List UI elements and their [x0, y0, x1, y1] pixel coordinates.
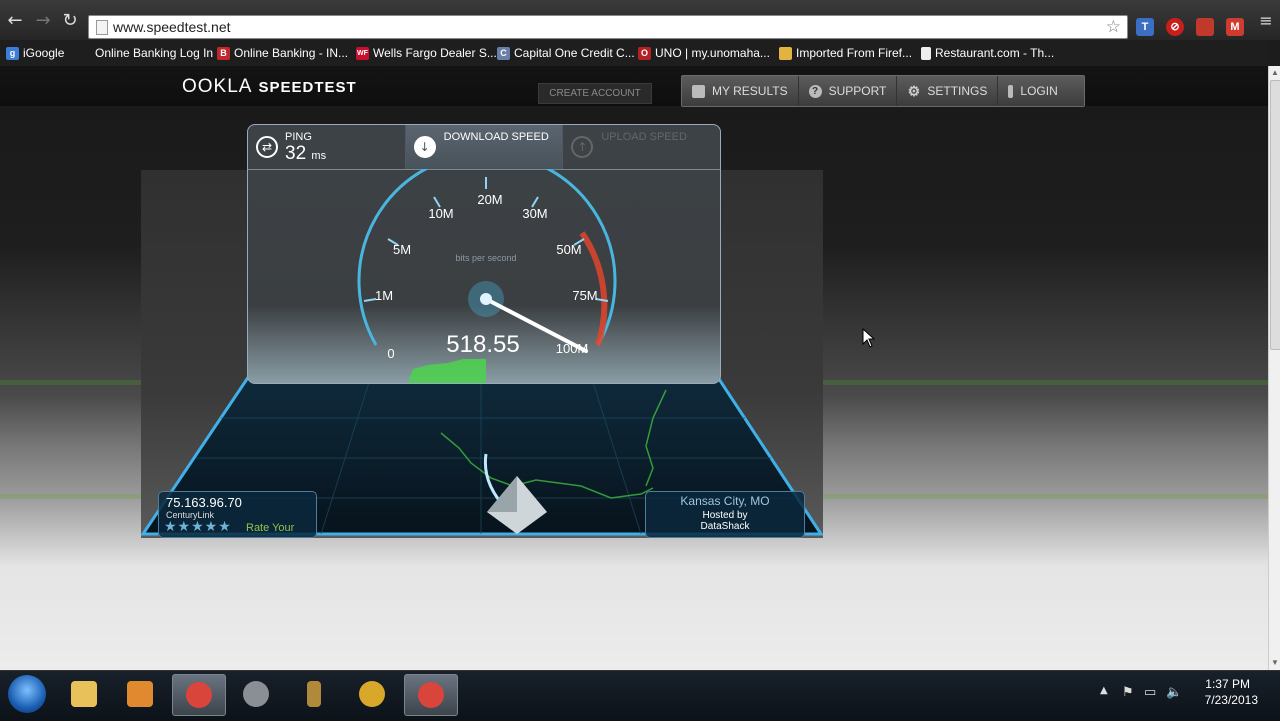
gauge-label-10m: 10M: [428, 206, 453, 221]
system-tray: ▲ ⚑ ▭ 🔈 1:37 PM 7/23/2013: [1100, 671, 1280, 721]
question-icon: ?: [808, 84, 822, 98]
page-scrollbar[interactable]: ▲ ▼: [1268, 66, 1280, 670]
extension-icon[interactable]: [1196, 18, 1214, 36]
ip-address: 75.163.96.70: [166, 495, 242, 510]
login-link[interactable]: LOGIN: [998, 76, 1067, 106]
network-icon[interactable]: ▭: [1144, 685, 1156, 700]
web-page: OOKLA SPEEDTEST CREATE ACCOUNT MY RESULTS…: [0, 66, 1268, 670]
test-tabs: ⇄ PING 32 ms ↓ DOWNLOAD SPEED ↑ UPLOAD S…: [248, 125, 720, 170]
client-info-box: 75.163.96.70 CenturyLink ★★★★★ Rate Your: [158, 491, 317, 538]
show-hidden-icons-icon[interactable]: ▲: [1100, 685, 1108, 696]
taskbar-game[interactable]: [288, 674, 340, 714]
host-name: DataShack: [700, 521, 750, 532]
person-icon: [1008, 84, 1014, 98]
create-account-button[interactable]: CREATE ACCOUNT: [538, 83, 652, 104]
bank-icon: B: [217, 46, 230, 60]
taskbar-steam[interactable]: [230, 674, 282, 714]
tab-download-speed[interactable]: ↓ DOWNLOAD SPEED: [405, 125, 564, 169]
ping-icon: ⇄: [256, 136, 278, 158]
settings-link[interactable]: ⚙ SETTINGS: [897, 76, 999, 106]
translate-extension-icon[interactable]: T: [1136, 18, 1154, 36]
hosted-by-label: Hosted by: [702, 510, 748, 521]
bookmark-uno[interactable]: O UNO | my.unomaha...: [638, 44, 770, 62]
start-button[interactable]: [8, 675, 46, 713]
speed-graph: [408, 359, 486, 383]
bookmark-capital-one[interactable]: C Capital One Credit C...: [497, 44, 635, 62]
gauge-label-30m: 30M: [522, 206, 547, 221]
gmail-icon[interactable]: M: [1226, 18, 1244, 36]
taskbar-chrome-2[interactable]: [404, 674, 458, 716]
reload-button[interactable]: ↻: [59, 10, 81, 32]
ping-value: 32 ms: [285, 143, 327, 164]
scroll-down-icon[interactable]: ▼: [1269, 658, 1280, 668]
volume-icon[interactable]: 🔈: [1166, 685, 1182, 700]
scroll-up-icon[interactable]: ▲: [1269, 68, 1280, 78]
page-icon: [96, 20, 108, 35]
speed-value: 518.55: [446, 331, 520, 358]
taskbar-chrome[interactable]: [172, 674, 226, 716]
bookmarks-bar: g iGoogle Online Banking Log In B Online B…: [0, 40, 1268, 66]
taskbar-world-of-warcraft[interactable]: [346, 674, 398, 714]
my-results-link[interactable]: MY RESULTS: [682, 76, 799, 106]
gauge-label-0: 0: [387, 346, 394, 361]
ookla-speedtest-logo[interactable]: OOKLA SPEEDTEST: [182, 76, 357, 98]
chrome-icon: [418, 682, 444, 708]
gauge-label-75m: 75M: [572, 288, 597, 303]
back-button[interactable]: ←: [4, 10, 26, 32]
folder-icon: [692, 84, 705, 98]
forward-button[interactable]: →: [32, 10, 54, 32]
bookmark-restaurant[interactable]: Restaurant.com - Th...: [921, 44, 1054, 62]
bookmark-online-banking-log-in[interactable]: Online Banking Log In: [95, 44, 213, 62]
page-icon: [921, 46, 931, 60]
speedtest-gauge-panel: ⇄ PING 32 ms ↓ DOWNLOAD SPEED ↑ UPLOAD S…: [247, 124, 721, 384]
action-center-flag-icon[interactable]: ⚑: [1122, 685, 1134, 700]
bookmark-wells-fargo[interactable]: WF Wells Fargo Dealer S...: [356, 44, 497, 62]
address-bar[interactable]: www.speedtest.net ☆: [88, 15, 1128, 39]
capital-one-icon: C: [497, 46, 510, 60]
bookmark-online-banking-in[interactable]: B Online Banking - IN...: [217, 44, 348, 62]
unit-caption: bits per second: [455, 253, 516, 263]
rating-stars[interactable]: ★★★★★: [164, 519, 232, 535]
rate-isp-link[interactable]: Rate Your: [246, 522, 294, 534]
clock-time[interactable]: 1:37 PM: [1205, 677, 1250, 691]
mouse-cursor-icon: [862, 328, 876, 348]
wells-fargo-icon: WF: [356, 46, 369, 60]
world-of-warcraft-icon: [359, 681, 385, 707]
url-text: www.speedtest.net: [113, 19, 231, 35]
file-explorer-icon: [71, 681, 97, 707]
gauge-label-5m: 5M: [393, 242, 411, 257]
upload-arrow-icon: ↑: [571, 136, 594, 158]
media-player-icon: [127, 681, 153, 707]
support-link[interactable]: ? SUPPORT: [799, 76, 898, 106]
bookmark-igoogle[interactable]: g iGoogle: [6, 44, 64, 62]
uno-icon: O: [638, 46, 651, 60]
gauge-label-20m: 20M: [477, 192, 502, 207]
gauge-label-50m: 50M: [556, 242, 581, 257]
chrome-icon: [186, 682, 212, 708]
bookmark-star-icon[interactable]: ☆: [1106, 17, 1121, 37]
adblock-extension-icon[interactable]: ⊘: [1166, 18, 1184, 36]
game-character-icon: [307, 681, 321, 707]
gear-icon: ⚙: [907, 82, 921, 99]
windows-taskbar: ▲ ⚑ ▭ 🔈 1:37 PM 7/23/2013: [0, 670, 1280, 721]
scroll-thumb[interactable]: [1270, 80, 1280, 350]
steam-icon: [243, 681, 269, 707]
bookmark-imported-from-firefox[interactable]: Imported From Firef...: [779, 44, 912, 62]
download-arrow-icon: ↓: [413, 136, 436, 158]
clock-date[interactable]: 7/23/2013: [1205, 693, 1258, 707]
tab-upload-speed[interactable]: ↑ UPLOAD SPEED: [563, 125, 720, 169]
site-menu: MY RESULTS ? SUPPORT ⚙ SETTINGS LOGIN: [681, 75, 1085, 107]
server-info-box[interactable]: Kansas City, MO Hosted by DataShack: [645, 491, 805, 538]
gauge-label-1m: 1M: [375, 288, 393, 303]
menu-icon[interactable]: ≡: [1255, 10, 1277, 32]
google-icon: g: [6, 46, 19, 60]
tab-ping[interactable]: ⇄ PING 32 ms: [248, 125, 406, 169]
taskbar-file-explorer[interactable]: [58, 674, 110, 714]
browser-toolbar: ← → ↻ www.speedtest.net ☆ T ⊘ M ≡: [0, 0, 1280, 40]
taskbar-media-player[interactable]: [114, 674, 166, 714]
server-city: Kansas City, MO: [680, 494, 770, 508]
folder-icon: [779, 46, 792, 60]
